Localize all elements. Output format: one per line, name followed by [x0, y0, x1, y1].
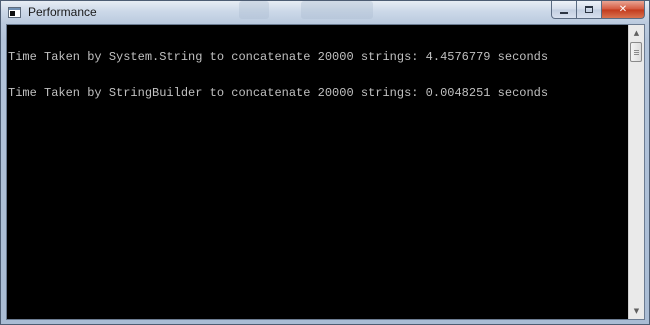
background-window-ghost	[301, 1, 373, 19]
console-area[interactable]: Time Taken by System.String to concatena…	[6, 24, 645, 320]
console-line: Time Taken by StringBuilder to concatena…	[8, 86, 549, 100]
maximize-button[interactable]	[577, 1, 602, 19]
thumb-grip	[634, 54, 639, 55]
scroll-thumb[interactable]	[630, 42, 642, 62]
close-button[interactable]: ✕	[602, 1, 645, 19]
console-window: Performance ✕ Time Taken by System.Strin…	[0, 0, 650, 325]
console-output: Time Taken by System.String to concatena…	[8, 27, 628, 319]
vertical-scrollbar[interactable]: ▲ ▼	[628, 25, 644, 319]
minimize-button[interactable]	[551, 1, 577, 19]
thumb-grip	[634, 52, 639, 53]
close-icon: ✕	[618, 4, 628, 15]
maximize-icon	[585, 6, 593, 13]
console-icon[interactable]	[8, 7, 21, 18]
scroll-down-icon: ▼	[633, 307, 640, 315]
scroll-up-button[interactable]: ▲	[629, 25, 644, 41]
minimize-icon	[560, 11, 568, 14]
title-bar[interactable]: Performance ✕	[1, 1, 649, 24]
scroll-up-icon: ▲	[633, 29, 640, 37]
console-line: Time Taken by System.String to concatena…	[8, 50, 549, 64]
background-window-ghost	[239, 1, 269, 19]
window-title: Performance	[28, 5, 97, 19]
caption-buttons: ✕	[551, 1, 645, 19]
scroll-down-button[interactable]: ▼	[629, 303, 644, 319]
thumb-grip	[634, 50, 639, 51]
